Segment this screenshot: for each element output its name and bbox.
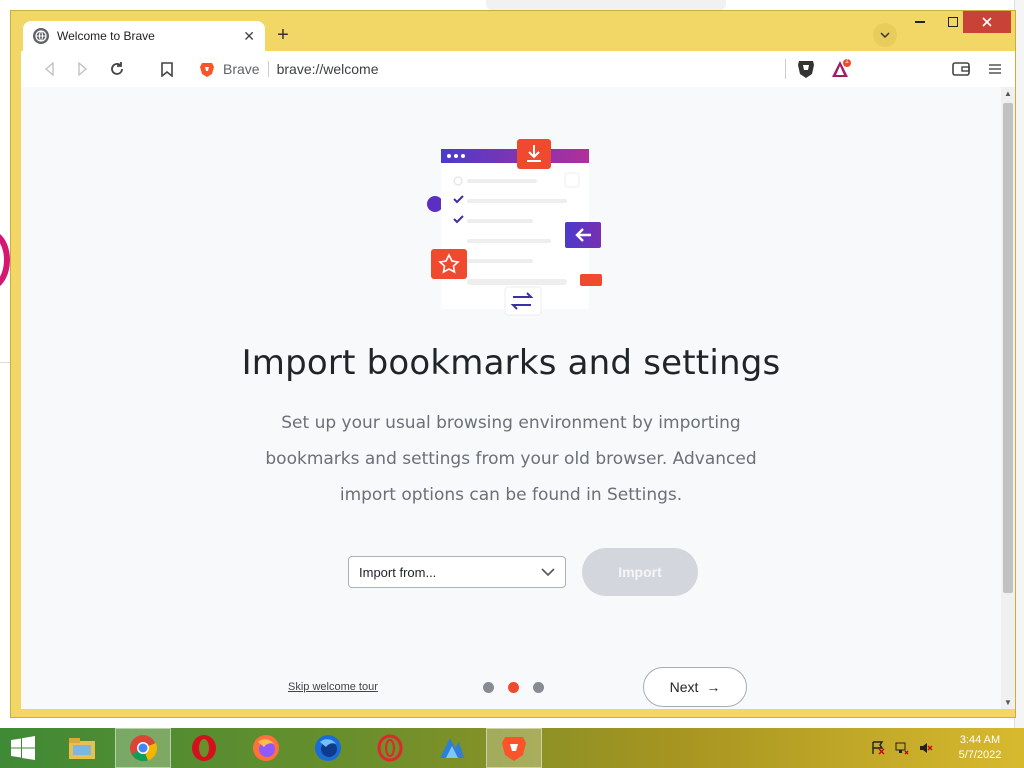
windows-start-icon[interactable]: [10, 736, 36, 760]
step-dot[interactable]: [483, 682, 494, 693]
globe-icon: [33, 28, 49, 44]
volume-icon[interactable]: [918, 740, 934, 756]
brave-taskbar-icon[interactable]: [486, 728, 542, 768]
next-label: Next: [669, 679, 699, 695]
file-explorer-taskbar-icon[interactable]: [54, 728, 110, 768]
page-title: Import bookmarks and settings: [241, 343, 781, 383]
background-divider: [0, 362, 10, 363]
chevron-down-icon: [541, 568, 555, 577]
browser-window: Welcome to Brave ✕ + Brave brave://welco…: [10, 10, 1016, 718]
system-clock[interactable]: 3:44 AM 5/7/2022: [948, 733, 1012, 763]
tab-welcome[interactable]: Welcome to Brave ✕: [23, 21, 265, 51]
brave-shield-icon[interactable]: [797, 59, 815, 79]
reload-icon: [111, 62, 123, 75]
step-dot-active[interactable]: [508, 682, 519, 693]
menu-icon[interactable]: [983, 57, 1007, 81]
background-app-icon: [0, 230, 10, 290]
rewards-badge: 1: [845, 58, 849, 65]
background-window: [486, 0, 726, 10]
forward-button[interactable]: [69, 55, 97, 83]
brave-rewards-icon[interactable]: 1: [831, 58, 853, 79]
forward-icon: [78, 62, 88, 76]
step-dot[interactable]: [533, 682, 544, 693]
clock-time: 3:44 AM: [959, 734, 1001, 746]
scroll-thumb[interactable]: [1003, 103, 1013, 593]
bookmark-button[interactable]: [153, 55, 181, 83]
back-icon: [44, 62, 54, 76]
page-scrollbar[interactable]: ▲ ▼: [1001, 87, 1015, 709]
skip-welcome-tour-link[interactable]: Skip welcome tour: [288, 681, 378, 693]
wallet-icon[interactable]: [951, 59, 971, 79]
opera-gx-taskbar-icon[interactable]: [362, 728, 418, 768]
browser-toolbar: Brave brave://welcome 1: [21, 51, 1015, 87]
tab-title: Welcome to Brave: [57, 29, 155, 43]
firefox-developer-taskbar-icon[interactable]: [300, 728, 356, 768]
back-button[interactable]: [35, 55, 63, 83]
site-name: Brave: [223, 61, 269, 77]
brave-lion-icon: [200, 63, 214, 77]
maxthon-taskbar-icon[interactable]: [424, 728, 480, 768]
arrow-right-icon: →: [706, 679, 721, 695]
address-bar[interactable]: Brave brave://welcome: [189, 55, 789, 83]
next-button[interactable]: Next →: [643, 667, 747, 707]
url-text[interactable]: brave://welcome: [277, 61, 379, 77]
step-indicator: [483, 682, 544, 693]
page-description: Set up your usual browsing environment b…: [265, 413, 757, 505]
close-tab-icon[interactable]: ✕: [243, 28, 255, 45]
taskbar: 3:44 AM 5/7/2022: [0, 728, 1024, 768]
chrome-taskbar-icon[interactable]: [115, 728, 171, 768]
network-icon[interactable]: [894, 740, 910, 756]
import-from-value: Import from...: [359, 564, 437, 580]
firefox-taskbar-icon[interactable]: [238, 728, 294, 768]
tab-search-button[interactable]: [873, 23, 897, 47]
chevron-down-icon: [880, 32, 890, 39]
clock-date: 5/7/2022: [958, 749, 1002, 761]
tab-strip: Welcome to Brave ✕ +: [11, 11, 1015, 51]
close-window-button[interactable]: [963, 11, 1011, 33]
import-button[interactable]: Import: [582, 548, 698, 596]
import-illustration: [427, 139, 602, 316]
import-from-select[interactable]: Import from...: [348, 556, 566, 588]
omnibox-divider: [785, 59, 786, 79]
reload-button[interactable]: [103, 55, 131, 83]
scroll-up-icon[interactable]: ▲: [1004, 89, 1012, 98]
bookmark-icon: [161, 61, 173, 77]
action-center-flag-icon[interactable]: [870, 740, 886, 756]
page-content: Import bookmarks and settings Set up you…: [21, 87, 1001, 709]
scroll-down-icon[interactable]: ▼: [1004, 698, 1012, 707]
opera-taskbar-icon[interactable]: [176, 728, 232, 768]
system-tray: [870, 740, 934, 756]
new-tab-button[interactable]: +: [271, 23, 295, 47]
